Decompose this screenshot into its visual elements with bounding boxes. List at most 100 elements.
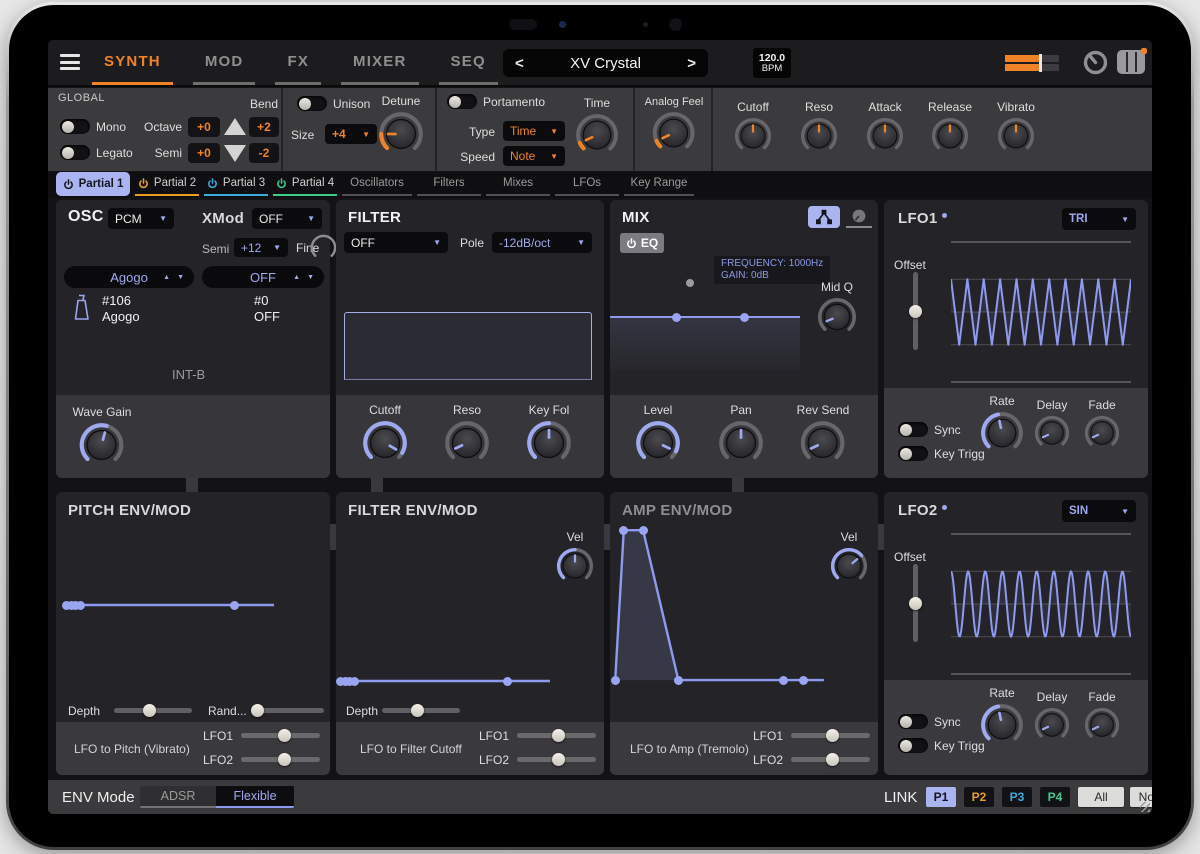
pitch-lfo2-slider[interactable] bbox=[241, 757, 320, 762]
amp-lfo1-slider[interactable] bbox=[791, 733, 870, 738]
semi-value[interactable]: +0 bbox=[188, 143, 220, 163]
filter-cutoff-knob[interactable] bbox=[362, 420, 408, 466]
mix-pan-knob[interactable] bbox=[718, 420, 764, 466]
link-p1-button[interactable]: P1 bbox=[926, 787, 956, 807]
analog-feel-knob[interactable] bbox=[652, 111, 696, 155]
amp-lfo2-slider[interactable] bbox=[791, 757, 870, 762]
lfo1-waveform-display[interactable] bbox=[951, 274, 1131, 350]
pitch-lfo1-slider[interactable] bbox=[241, 733, 320, 738]
filter-keyfol-knob[interactable] bbox=[526, 420, 572, 466]
amp-env-vel-knob[interactable] bbox=[830, 547, 868, 585]
macro-cutoff-knob[interactable] bbox=[734, 117, 772, 155]
eq-enable-button[interactable]: EQ bbox=[620, 233, 664, 253]
porta-type-dropdown[interactable]: Time▼ bbox=[503, 121, 565, 141]
tab-partial-1[interactable]: Partial 1 bbox=[56, 172, 130, 196]
bpm-display[interactable]: 120.0BPM bbox=[753, 48, 791, 78]
pitch-rand-slider[interactable] bbox=[252, 708, 324, 713]
wave1-selector[interactable]: Agogo ▲▼ bbox=[64, 266, 194, 288]
macro-release-knob[interactable] bbox=[931, 117, 969, 155]
lfo2-sync-toggle[interactable] bbox=[898, 714, 928, 729]
eq-curve-display[interactable] bbox=[610, 280, 810, 375]
tab-mixer[interactable]: MIXER bbox=[341, 40, 419, 85]
filter-env-vel-knob[interactable] bbox=[556, 547, 594, 585]
tab-fx[interactable]: FX bbox=[275, 40, 321, 85]
env-mode-flexible-button[interactable]: Flexible bbox=[216, 786, 294, 808]
tab-oscillators[interactable]: Oscillators bbox=[342, 172, 412, 196]
bend-down-value[interactable]: -2 bbox=[249, 143, 279, 163]
wave-down-icon[interactable]: ▼ bbox=[307, 274, 314, 281]
menu-icon[interactable] bbox=[60, 54, 80, 70]
octave-down-button[interactable] bbox=[224, 145, 246, 162]
lfo2-wave-dropdown[interactable]: SIN▼ bbox=[1062, 500, 1136, 522]
filter-response-display[interactable] bbox=[344, 312, 592, 380]
mono-toggle[interactable] bbox=[60, 119, 90, 134]
lfo1-wave-dropdown[interactable]: TRI▼ bbox=[1062, 208, 1136, 230]
lfo1-offset-slider[interactable] bbox=[913, 272, 918, 350]
filter-type-dropdown[interactable]: OFF▼ bbox=[344, 232, 448, 253]
lfo1-keytrigg-toggle[interactable] bbox=[898, 446, 928, 461]
octave-value[interactable]: +0 bbox=[188, 117, 220, 137]
tab-filters[interactable]: Filters bbox=[417, 172, 481, 196]
knob-mode-icon[interactable] bbox=[1082, 49, 1109, 76]
filter-pole-dropdown[interactable]: -12dB/oct▼ bbox=[492, 232, 592, 253]
tab-synth[interactable]: SYNTH bbox=[92, 40, 173, 85]
mix-level-knob[interactable] bbox=[635, 420, 681, 466]
lfo2-fade-knob[interactable] bbox=[1084, 707, 1120, 743]
patch-prev-button[interactable]: < bbox=[515, 55, 524, 72]
filter-depth-slider[interactable] bbox=[382, 708, 460, 713]
macro-attack-knob[interactable] bbox=[866, 117, 904, 155]
env-mode-adsr-button[interactable]: ADSR bbox=[140, 786, 216, 808]
tab-seq[interactable]: SEQ bbox=[439, 40, 498, 85]
lfo1-rate-knob[interactable] bbox=[980, 411, 1024, 455]
tab-mod[interactable]: MOD bbox=[193, 40, 256, 85]
osc-fine-knob[interactable] bbox=[310, 234, 337, 261]
mix-revsend-knob[interactable] bbox=[800, 420, 846, 466]
lfo2-offset-slider[interactable] bbox=[913, 564, 918, 642]
tab-partial-4[interactable]: Partial 4 bbox=[273, 172, 337, 196]
routing-view-button[interactable] bbox=[808, 206, 840, 228]
filter-lfo2-slider[interactable] bbox=[517, 757, 596, 762]
lfo2-waveform-display[interactable] bbox=[951, 566, 1131, 642]
link-p2-button[interactable]: P2 bbox=[964, 787, 994, 807]
resize-grip[interactable] bbox=[1140, 802, 1150, 812]
wave2-selector[interactable]: OFF ▲▼ bbox=[202, 266, 324, 288]
tab-mixes[interactable]: Mixes bbox=[486, 172, 550, 196]
knob-view-button[interactable] bbox=[846, 206, 872, 228]
wave-up-icon[interactable]: ▲ bbox=[163, 274, 170, 281]
filter-lfo1-slider[interactable] bbox=[517, 733, 596, 738]
lfo1-sync-toggle[interactable] bbox=[898, 422, 928, 437]
tab-lfos[interactable]: LFOs bbox=[555, 172, 619, 196]
tab-partial-3[interactable]: Partial 3 bbox=[204, 172, 268, 196]
keyboard-icon[interactable] bbox=[1116, 48, 1147, 76]
patch-name[interactable]: XV Crystal bbox=[570, 55, 641, 72]
lfo1-fade-knob[interactable] bbox=[1084, 415, 1120, 451]
portamento-toggle[interactable] bbox=[447, 94, 477, 109]
amp-env-display[interactable] bbox=[612, 522, 826, 685]
detune-knob[interactable] bbox=[378, 111, 424, 157]
lfo2-rate-knob[interactable] bbox=[980, 703, 1024, 747]
wave-down-icon[interactable]: ▼ bbox=[177, 274, 184, 281]
filter-reso-knob[interactable] bbox=[444, 420, 490, 466]
pitch-env-display[interactable] bbox=[64, 545, 274, 665]
lfo2-keytrigg-toggle[interactable] bbox=[898, 738, 928, 753]
link-all-button[interactable]: All bbox=[1078, 787, 1124, 807]
patch-next-button[interactable]: > bbox=[687, 55, 696, 72]
macro-vibrato-knob[interactable] bbox=[997, 117, 1035, 155]
link-p4-button[interactable]: P4 bbox=[1040, 787, 1070, 807]
legato-toggle[interactable] bbox=[60, 145, 90, 160]
bend-up-value[interactable]: +2 bbox=[249, 117, 279, 137]
osc-mode-dropdown[interactable]: PCM▼ bbox=[108, 208, 174, 229]
porta-speed-dropdown[interactable]: Note▼ bbox=[503, 146, 565, 166]
unison-toggle[interactable] bbox=[297, 96, 327, 111]
lfo2-delay-knob[interactable] bbox=[1034, 707, 1070, 743]
wave-up-icon[interactable]: ▲ bbox=[293, 274, 300, 281]
pitch-depth-slider[interactable] bbox=[114, 708, 192, 713]
tab-partial-2[interactable]: Partial 2 bbox=[135, 172, 199, 196]
tab-key-range[interactable]: Key Range bbox=[624, 172, 694, 196]
mixer-fader-icon[interactable] bbox=[1005, 53, 1059, 73]
lfo1-delay-knob[interactable] bbox=[1034, 415, 1070, 451]
porta-time-knob[interactable] bbox=[575, 113, 619, 157]
link-p3-button[interactable]: P3 bbox=[1002, 787, 1032, 807]
unison-size-dropdown[interactable]: +4▼ bbox=[325, 124, 377, 144]
xmod-dropdown[interactable]: OFF▼ bbox=[252, 208, 322, 229]
